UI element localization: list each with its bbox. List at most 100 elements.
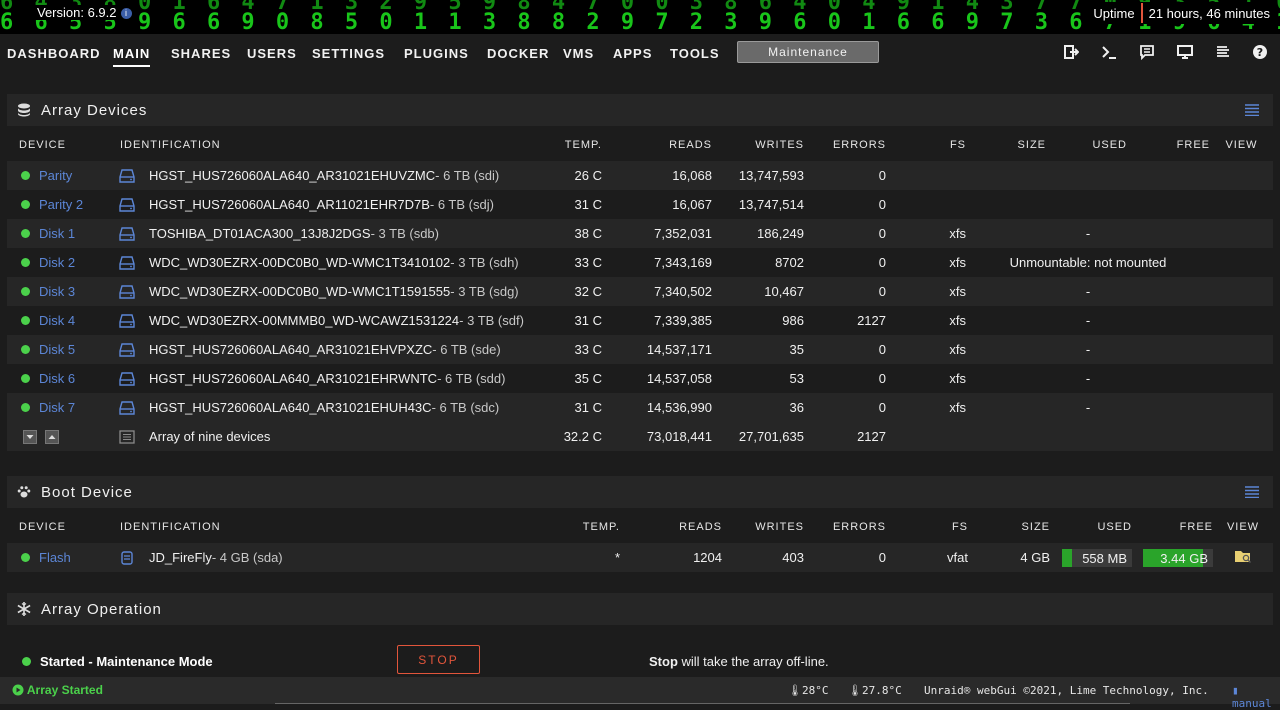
col-free: FREE (1132, 511, 1213, 543)
folder-view-icon[interactable] (1234, 549, 1252, 564)
feedback-icon[interactable] (1139, 44, 1155, 60)
device-link[interactable]: Parity 2 (39, 197, 83, 212)
play-icon (12, 684, 24, 696)
status-dot (21, 316, 30, 325)
maintenance-button[interactable]: Maintenance (737, 41, 879, 63)
device-identification[interactable]: TOSHIBA_DT01ACA300_13J8J2DGS (149, 226, 371, 241)
device-identification[interactable]: HGST_HUS726060ALA640_AR11021EHR7D7B (149, 197, 430, 212)
cell-temp: * (528, 543, 620, 572)
cell-writes: 53 (712, 364, 804, 393)
cell-used: - (966, 219, 1210, 248)
device-link[interactable]: Disk 4 (39, 313, 75, 328)
cell-reads: 14,536,990 (602, 393, 712, 422)
hard-drive-icon[interactable] (119, 371, 135, 386)
cell-reads: 14,537,058 (602, 364, 712, 393)
array-operation-body: Started - Maintenance Mode Stop will tak… (7, 630, 1273, 676)
status-dot (21, 229, 30, 238)
hard-drive-icon[interactable] (119, 168, 135, 183)
tab-docker[interactable]: DOCKER (487, 46, 549, 61)
hard-drive-icon[interactable] (119, 400, 135, 415)
cell-temp: 35 C (528, 364, 602, 393)
table-row: Parity 2 HGST_HUS726060ALA640_AR11021EHR… (7, 190, 1273, 219)
cell-reads: 16,067 (602, 190, 712, 219)
col-reads: READS (620, 511, 722, 543)
usb-drive-icon[interactable] (119, 550, 135, 565)
tab-tools[interactable]: TOOLS (670, 46, 720, 61)
summary-row: Array of nine devices 32.2 C 73,018,441 27,… (7, 422, 1273, 451)
device-identification[interactable]: WDC_WD30EZRX-00DC0B0_WD-WMC1T3410102 (149, 255, 450, 270)
device-identification[interactable]: WDC_WD30EZRX-00DC0B0_WD-WMC1T1591555 (149, 284, 450, 299)
hard-drive-icon[interactable] (119, 284, 135, 299)
help-icon[interactable]: ? (1252, 44, 1268, 60)
tab-main[interactable]: MAIN (113, 46, 151, 67)
tab-settings[interactable]: SETTINGS (312, 46, 385, 61)
array-devices-table: DEVICE IDENTIFICATION TEMP. READS WRITES… (7, 129, 1273, 451)
hard-drive-icon[interactable] (119, 255, 135, 270)
tab-plugins[interactable]: PLUGINS (404, 46, 469, 61)
device-size-label: - 6 TB (sdj) (429, 197, 494, 212)
device-identification[interactable]: WDC_WD30EZRX-00MMMB0_WD-WCAWZ1531224 (149, 313, 459, 328)
version-label[interactable]: Version: 6.9.2 i (34, 5, 135, 20)
cell-fs (886, 190, 966, 219)
boot-device-header: Boot Device (7, 476, 1273, 508)
terminal-icon[interactable] (1101, 44, 1117, 60)
monitor-icon[interactable] (1177, 44, 1193, 60)
device-size-label: - 3 TB (sdg) (450, 284, 519, 299)
device-link[interactable]: Disk 3 (39, 284, 75, 299)
device-identification[interactable]: HGST_HUS726060ALA640_AR31021EHUVZMC (149, 168, 435, 183)
col-view: VIEW (1213, 511, 1273, 543)
status-dot (21, 171, 30, 180)
paw-icon (17, 486, 31, 498)
cell-used: - (966, 306, 1210, 335)
stop-button[interactable]: STOP (397, 645, 480, 674)
tab-apps[interactable]: APPS (613, 46, 652, 61)
table-header-row: DEVICE IDENTIFICATION TEMP. READS WRITES… (7, 129, 1273, 161)
array-operation-header: Array Operation (7, 593, 1273, 625)
cell-temp: 33 C (528, 248, 602, 277)
used-value: 558 MB (1082, 550, 1127, 566)
cell-reads: 16,068 (602, 161, 712, 190)
device-identification[interactable]: HGST_HUS726060ALA640_AR31021EHRWNTC (149, 371, 437, 386)
info-icon[interactable]: i (120, 8, 132, 20)
hard-drive-icon[interactable] (119, 226, 135, 241)
manual-link[interactable]: ▮ manual (1232, 684, 1280, 710)
cell-writes: 13,747,514 (712, 190, 804, 219)
status-dot (21, 553, 30, 562)
cell-fs (886, 161, 966, 190)
device-link[interactable]: Disk 1 (39, 226, 75, 241)
cell-used (966, 161, 1210, 190)
device-identification[interactable]: HGST_HUS726060ALA640_AR31021EHUH43C (149, 400, 432, 415)
device-link[interactable]: Parity (39, 168, 72, 183)
tab-vms[interactable]: VMS (563, 46, 594, 61)
cell-size: 4 GB (968, 543, 1050, 572)
array-operation-title: Array Operation (41, 600, 162, 618)
collapse-down-icon[interactable] (23, 429, 37, 444)
device-link[interactable]: Flash (39, 550, 71, 565)
device-link[interactable]: Disk 5 (39, 342, 75, 357)
collapse-up-icon[interactable] (45, 429, 59, 444)
device-link[interactable]: Disk 6 (39, 371, 75, 386)
cell-writes: 35 (712, 335, 804, 364)
col-errors: ERRORS (804, 511, 886, 543)
cell-used: - (966, 393, 1210, 422)
hard-drive-icon[interactable] (119, 197, 135, 212)
hard-drive-icon[interactable] (119, 342, 135, 357)
tab-dashboard[interactable]: DASHBOARD (7, 46, 101, 61)
list-view-icon[interactable] (1245, 104, 1259, 116)
log-icon[interactable] (1215, 44, 1231, 60)
table-row: Disk 6 HGST_HUS726060ALA640_AR31021EHRWN… (7, 364, 1273, 393)
summary-writes: 27,701,635 (712, 422, 804, 451)
cell-fs: xfs (886, 364, 966, 393)
list-view-icon[interactable] (1245, 486, 1259, 498)
tab-users[interactable]: USERS (247, 46, 297, 61)
free-bar: 3.44 GB (1143, 548, 1213, 567)
tab-shares[interactable]: SHARES (171, 46, 231, 61)
hard-drive-icon[interactable] (119, 313, 135, 328)
device-link[interactable]: Disk 2 (39, 255, 75, 270)
device-identification[interactable]: HGST_HUS726060ALA640_AR31021EHVPXZC (149, 342, 432, 357)
device-link[interactable]: Disk 7 (39, 400, 75, 415)
cell-errors: 0 (804, 219, 886, 248)
cell-view (1210, 219, 1273, 248)
device-identification[interactable]: JD_FireFly (149, 550, 212, 565)
logout-icon[interactable] (1063, 44, 1079, 60)
